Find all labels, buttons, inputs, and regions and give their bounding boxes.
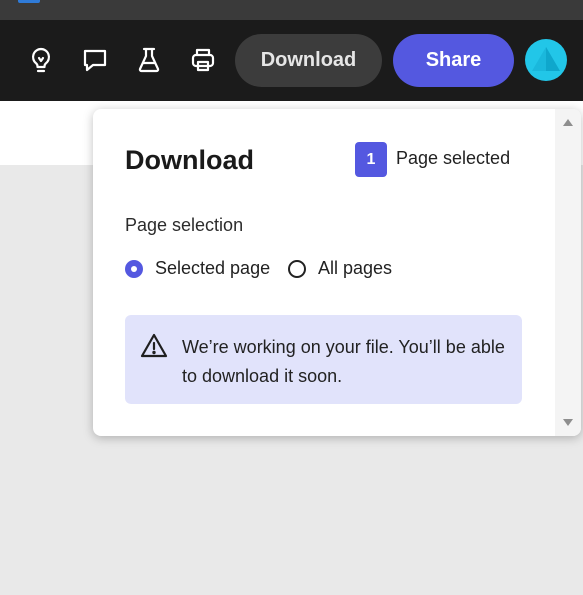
panel-title: Download <box>125 145 254 175</box>
page-selection-heading: Page selection <box>125 215 244 235</box>
download-panel: Download 1 Page selected Page selection … <box>93 109 581 436</box>
lightbulb-icon[interactable] <box>27 46 55 74</box>
avatar[interactable] <box>525 39 567 81</box>
browser-top-strip <box>0 0 583 20</box>
flask-icon[interactable] <box>135 46 163 74</box>
radio-label: All pages <box>318 258 393 278</box>
selected-count-badge: 1 <box>355 142 387 177</box>
print-icon[interactable] <box>189 46 217 74</box>
tab-indicator <box>18 0 40 3</box>
download-button[interactable]: Download <box>235 34 382 87</box>
radio-all-pages[interactable]: All pages <box>288 258 392 279</box>
radio-checked-icon[interactable] <box>125 259 143 278</box>
radio-selected-page[interactable]: Selected page <box>125 258 270 279</box>
comment-icon[interactable] <box>81 46 109 74</box>
panel-scrollbar[interactable] <box>555 109 581 436</box>
radio-label: Selected page <box>155 258 271 278</box>
scroll-down-icon[interactable] <box>563 419 573 426</box>
radio-unchecked-icon[interactable] <box>288 259 306 278</box>
processing-notice: We’re working on your file. You’ll be ab… <box>125 315 522 404</box>
scroll-up-icon[interactable] <box>563 119 573 126</box>
share-button[interactable]: Share <box>393 34 514 87</box>
selected-count-label: Page selected <box>396 148 511 168</box>
notice-text: We’re working on your file. You’ll be ab… <box>182 337 505 386</box>
app-toolbar: Download Share <box>0 20 583 101</box>
warning-icon <box>140 332 168 360</box>
